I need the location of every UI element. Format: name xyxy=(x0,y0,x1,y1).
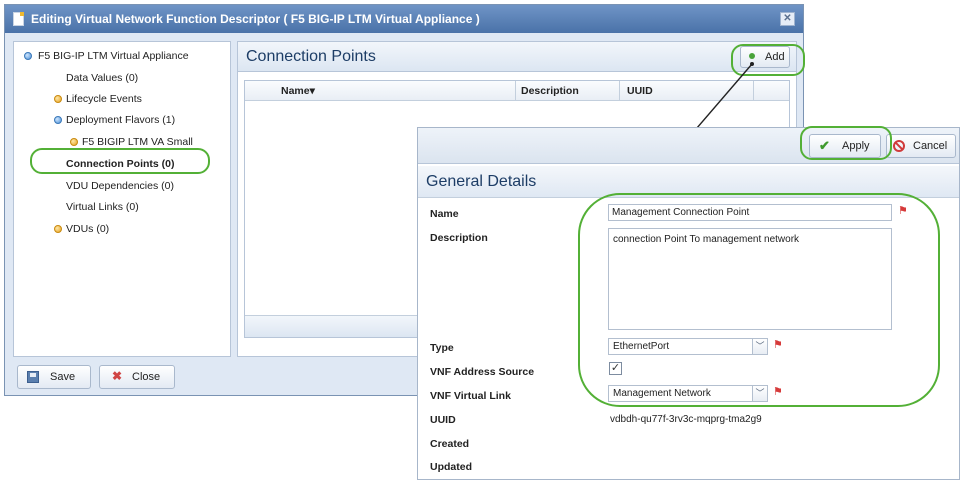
checkmark-icon: ✔ xyxy=(819,138,830,153)
general-details-header: General Details xyxy=(418,166,959,198)
dialog-toolbar: ✔ Apply Cancel xyxy=(418,128,959,164)
type-select-value: EthernetPort xyxy=(613,341,670,352)
connection-point-dialog: ✔ Apply Cancel General Details Name ⚑ De… xyxy=(417,127,960,480)
cancel-icon xyxy=(893,140,905,152)
vnf-virtual-link-label: VNF Virtual Link xyxy=(430,390,511,402)
required-pin-icon: ⚑ xyxy=(773,339,783,351)
vnf-virtual-link-select[interactable]: Management Network ﹀ xyxy=(608,385,768,402)
created-label: Created xyxy=(430,438,470,450)
arrow-origin xyxy=(750,62,754,66)
apply-button[interactable]: ✔ Apply xyxy=(809,134,881,158)
type-select[interactable]: EthernetPort ﹀ xyxy=(608,338,768,355)
required-pin-icon: ⚑ xyxy=(773,386,783,398)
vnf-virtual-link-value: Management Network xyxy=(613,388,711,399)
cancel-button[interactable]: Cancel xyxy=(886,134,956,158)
vnf-address-source-checkbox[interactable]: ✓ xyxy=(609,362,622,375)
updated-label: Updated xyxy=(430,461,472,473)
name-label: Name xyxy=(430,208,459,220)
chevron-down-icon[interactable]: ﹀ xyxy=(752,386,767,401)
required-pin-icon: ⚑ xyxy=(898,205,908,217)
type-label: Type xyxy=(430,342,454,354)
chevron-down-icon[interactable]: ﹀ xyxy=(752,339,767,354)
name-field[interactable] xyxy=(608,204,892,221)
section-title: General Details xyxy=(426,173,537,190)
vnf-address-source-label: VNF Address Source xyxy=(430,366,535,378)
apply-button-label: Apply xyxy=(842,140,870,152)
description-label: Description xyxy=(430,232,488,244)
description-field[interactable]: connection Point To management network xyxy=(608,228,892,330)
cancel-button-label: Cancel xyxy=(913,140,948,152)
uuid-value: vdbdh-qu77f-3rv3c-mqprg-tma2g9 xyxy=(610,414,762,425)
uuid-label: UUID xyxy=(430,414,456,426)
